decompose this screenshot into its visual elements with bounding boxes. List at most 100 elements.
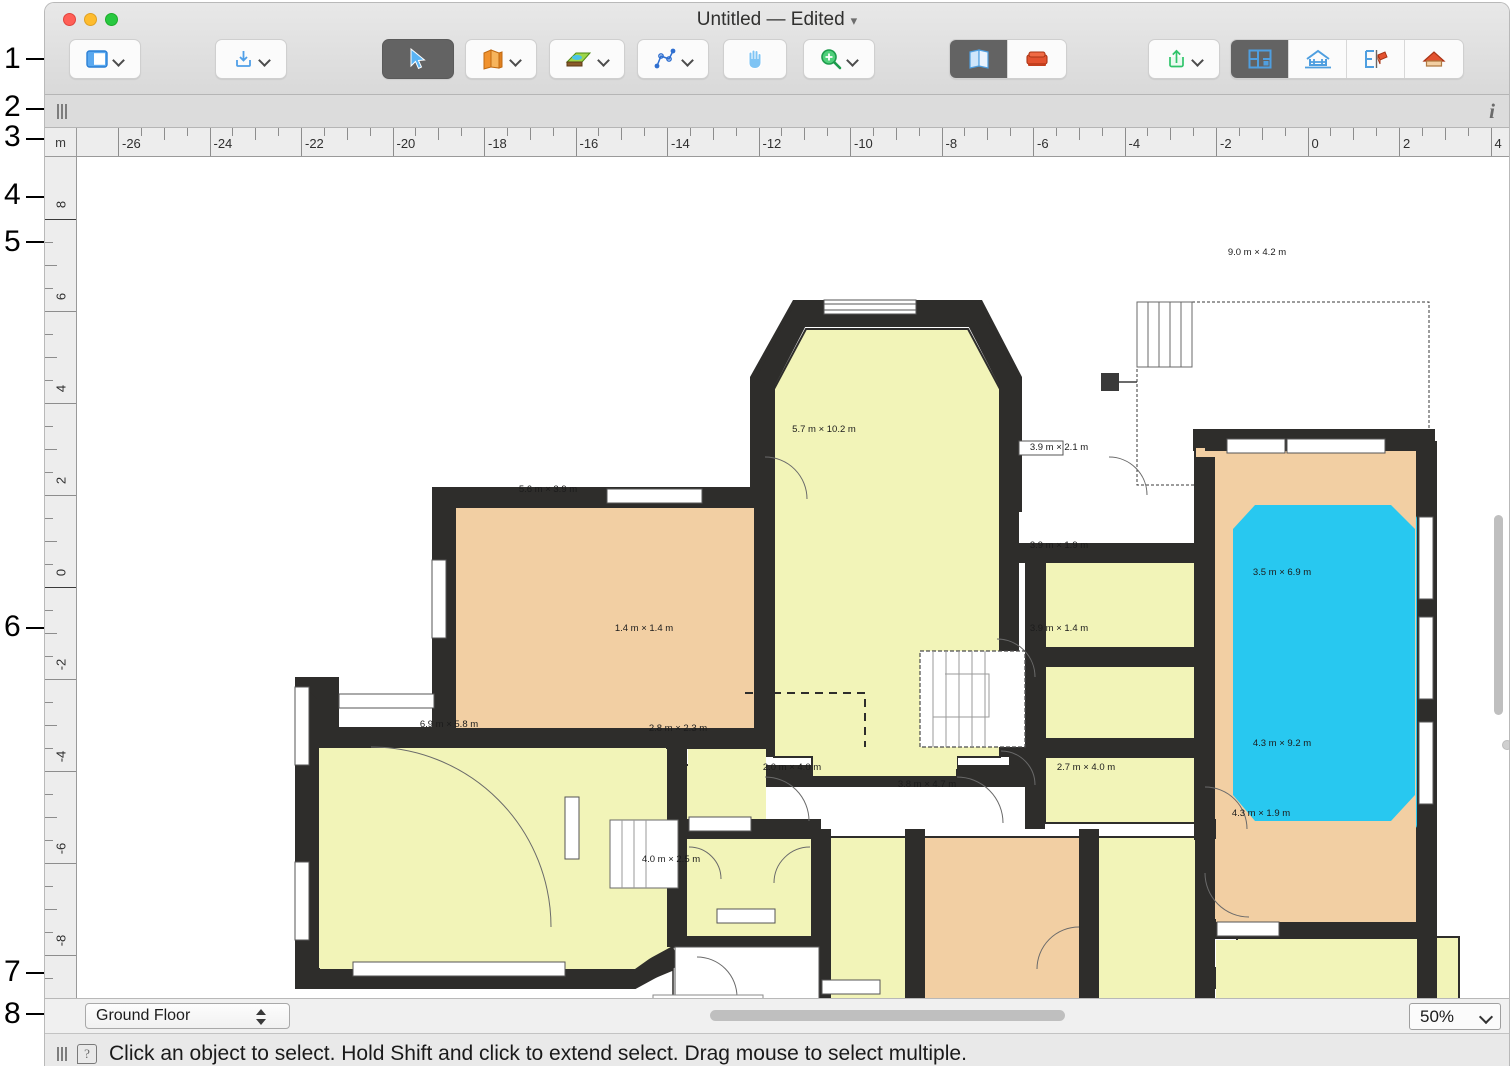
ruler-minor-tick bbox=[1421, 128, 1423, 136]
room-dimension-label: 9.0 m × 4.2 m bbox=[1228, 247, 1286, 258]
ruler-minor-tick bbox=[140, 128, 142, 136]
chevron-down-icon[interactable] bbox=[598, 54, 609, 65]
pan-tool-button[interactable] bbox=[723, 39, 787, 79]
floor-select[interactable]: Ground Floor bbox=[85, 1003, 290, 1029]
ruler-minor-tick bbox=[1078, 128, 1080, 140]
ruler-major-tick bbox=[850, 128, 851, 156]
import-button[interactable] bbox=[215, 39, 287, 79]
ruler-label: -2 bbox=[53, 658, 69, 671]
ruler-minor-tick bbox=[1467, 128, 1469, 136]
vertical-ruler[interactable]: 8 6 4 2 0 -2 -4 -6 -8 bbox=[45, 157, 77, 998]
ruler-minor-tick bbox=[1170, 128, 1172, 140]
share-button[interactable] bbox=[1148, 39, 1220, 79]
node-path-icon bbox=[654, 48, 676, 69]
ruler-unit-corner[interactable]: m bbox=[45, 128, 77, 157]
ruler-minor-tick bbox=[45, 886, 53, 887]
drag-grip-icon[interactable] bbox=[57, 103, 71, 119]
ruler-major-tick bbox=[1490, 128, 1492, 156]
up-down-stepper-icon[interactable] bbox=[255, 1007, 267, 1027]
ruler-major-tick bbox=[1399, 128, 1400, 156]
chevron-down-icon[interactable] bbox=[847, 54, 858, 65]
info-italic-icon[interactable]: i bbox=[1489, 99, 1495, 124]
ruler-minor-tick bbox=[45, 725, 57, 726]
ruler-minor-tick bbox=[1010, 128, 1012, 136]
render-3d-button[interactable] bbox=[1405, 40, 1463, 78]
ruler-label: 0 bbox=[53, 568, 69, 577]
ruler-minor-tick bbox=[621, 128, 623, 140]
select-tool-button[interactable] bbox=[382, 39, 454, 79]
ruler-minor-tick bbox=[45, 817, 57, 818]
ruler-minor-tick bbox=[45, 909, 57, 910]
chevron-down-icon[interactable] bbox=[1192, 54, 1203, 65]
drag-grip-icon[interactable] bbox=[57, 1046, 67, 1061]
ruler-minor-tick bbox=[369, 128, 371, 136]
elevation-button[interactable] bbox=[1289, 40, 1347, 78]
zoom-tool-button[interactable] bbox=[803, 39, 875, 79]
ruler-minor-tick bbox=[918, 128, 920, 136]
ruler-minor-tick bbox=[964, 128, 966, 136]
horizontal-ruler[interactable]: -26 -24 -22 -20 -18 -16 -14 -12 -10 -8 -6 -4 -2 0 2 4 bbox=[77, 128, 1509, 157]
ruler-label: -12 bbox=[762, 136, 782, 151]
wall-orange-icon bbox=[483, 49, 503, 70]
chevron-down-icon[interactable] bbox=[510, 54, 521, 65]
terrain-green-icon bbox=[565, 52, 592, 67]
ruler-minor-tick bbox=[45, 978, 53, 979]
ruler-minor-tick bbox=[232, 128, 234, 136]
ruler-minor-tick bbox=[45, 702, 53, 703]
ruler-minor-tick bbox=[1330, 128, 1332, 136]
ruler-minor-tick bbox=[1444, 128, 1446, 140]
terrain-tool-button[interactable] bbox=[549, 39, 625, 79]
room-dimension-label: 5.6 m × 3.9 m bbox=[519, 484, 577, 495]
ruler-major-tick bbox=[209, 128, 211, 156]
ruler-label: -2 bbox=[1220, 136, 1232, 151]
dimension-tool-button[interactable] bbox=[637, 39, 709, 79]
scroll-origin-dot[interactable] bbox=[1502, 740, 1509, 750]
horizontal-scrollbar-thumb[interactable] bbox=[710, 1010, 1065, 1021]
sidebar-toggle-button[interactable] bbox=[69, 39, 141, 79]
ruler-label: -4 bbox=[1128, 136, 1141, 151]
plan-furniture-button[interactable] bbox=[1008, 40, 1066, 78]
room-dimension-label: 2.8 m × 2.3 m bbox=[649, 723, 707, 734]
sidebar-panel-icon bbox=[86, 50, 108, 68]
ruler-minor-tick bbox=[1193, 128, 1195, 136]
floorplan-drawing: 5.7 m × 10.2 m 5.6 m × 3.9 m 1.4 m × 1.4 m… bbox=[294, 247, 1460, 998]
room-dimension-label: 6.9 m × 5.8 m bbox=[420, 719, 478, 730]
chevron-down-icon[interactable] bbox=[1481, 1011, 1492, 1022]
toolbar-buttons-row bbox=[45, 39, 1509, 85]
title-chevron-down-icon[interactable]: ▾ bbox=[851, 13, 858, 28]
ruler-minor-tick bbox=[45, 748, 53, 749]
ruler-major-tick bbox=[484, 128, 485, 156]
hand-icon bbox=[748, 49, 762, 70]
help-question-icon[interactable]: ? bbox=[77, 1043, 97, 1064]
horizontal-scrollbar[interactable] bbox=[295, 1005, 1389, 1027]
chevron-down-icon[interactable] bbox=[259, 54, 270, 65]
import-download-icon bbox=[235, 51, 251, 67]
window-title: Untitled — Edited ▾ bbox=[45, 9, 1509, 31]
ruler-minor-tick bbox=[45, 426, 53, 427]
ruler-major-tick bbox=[1307, 128, 1309, 156]
split-view-button[interactable] bbox=[1347, 40, 1405, 78]
status-message: Click an object to select. Hold Shift an… bbox=[109, 1041, 967, 1065]
ruler-minor-tick bbox=[1376, 128, 1378, 136]
ruler-label: -24 bbox=[213, 136, 233, 151]
ruler-minor-tick bbox=[781, 128, 783, 136]
plan-objects-button[interactable] bbox=[950, 40, 1008, 78]
ruler-minor-tick bbox=[45, 932, 53, 933]
callout-number-2: 2 bbox=[4, 90, 21, 123]
ruler-label: 0 bbox=[1311, 136, 1319, 151]
floorplan-canvas[interactable]: 5.7 m × 10.2 m 5.6 m × 3.9 m 1.4 m × 1.4 m… bbox=[77, 157, 1509, 998]
view-mode-segmented-control bbox=[949, 39, 1067, 79]
vertical-scrollbar[interactable] bbox=[1492, 160, 1509, 996]
chevron-down-icon[interactable] bbox=[113, 54, 124, 65]
ruler-minor-tick bbox=[598, 128, 600, 136]
callout-number-7: 7 bbox=[4, 955, 21, 988]
ruler-minor-tick bbox=[1147, 128, 1149, 136]
ruler-label: 4 bbox=[53, 384, 69, 393]
wall-tool-button[interactable] bbox=[465, 39, 537, 79]
ruler-major-tick bbox=[118, 128, 119, 156]
floorplan-2d-button[interactable] bbox=[1231, 40, 1289, 78]
ruler-label: 6 bbox=[53, 292, 69, 301]
zoom-select[interactable]: 50% bbox=[1409, 1003, 1501, 1030]
chevron-down-icon[interactable] bbox=[682, 54, 693, 65]
vertical-scrollbar-thumb[interactable] bbox=[1494, 515, 1503, 715]
